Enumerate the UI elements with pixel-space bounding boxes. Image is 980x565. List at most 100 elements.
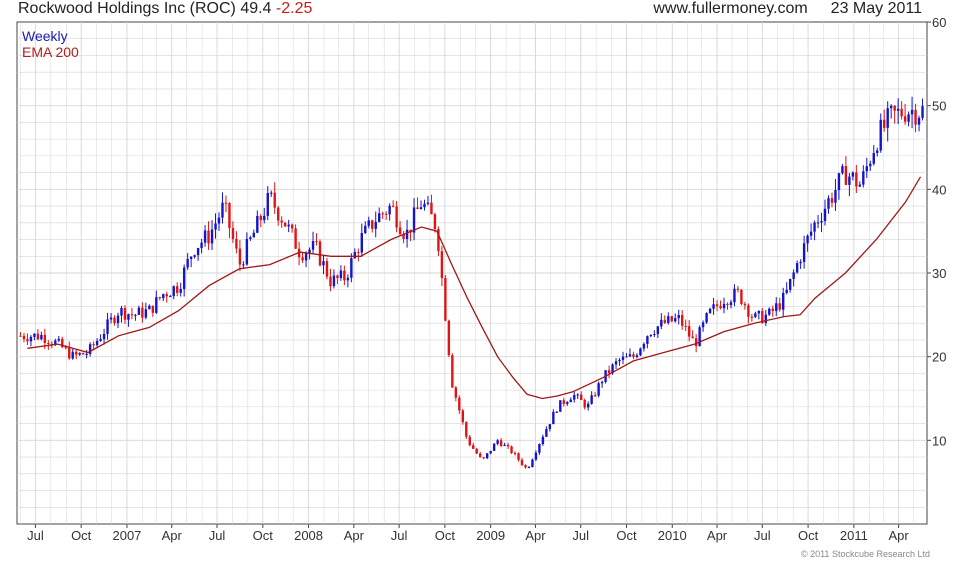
- candle-down: [844, 166, 848, 185]
- candle-down: [68, 347, 71, 359]
- candle-up: [722, 303, 726, 309]
- candle-up: [625, 356, 628, 358]
- candle-up: [162, 294, 165, 299]
- candle-down: [235, 238, 238, 249]
- candle-up: [249, 237, 252, 239]
- candle-up: [405, 229, 409, 239]
- candle-up: [889, 105, 893, 109]
- candle-up: [705, 313, 708, 323]
- x-tick-label: Oct: [253, 528, 274, 543]
- candle-up: [788, 278, 792, 290]
- candle-up: [179, 288, 182, 293]
- candle-down: [458, 397, 461, 411]
- candle-down: [141, 307, 144, 318]
- candle-up: [799, 261, 802, 264]
- candle-down: [280, 220, 283, 223]
- candle-up: [256, 215, 259, 233]
- candle-down: [830, 198, 834, 203]
- candle-down: [736, 288, 740, 290]
- candle-up: [820, 221, 823, 223]
- candle-up: [503, 444, 506, 446]
- candle-down: [130, 314, 134, 316]
- candle-up: [858, 184, 862, 187]
- x-tick-label: 2009: [476, 528, 505, 543]
- candle-up: [374, 221, 377, 229]
- candle-up: [99, 339, 102, 341]
- candle-down: [468, 436, 471, 446]
- candle-down: [26, 339, 29, 342]
- copyright-credit: © 2011 Stockcube Research Ltd: [800, 549, 930, 559]
- candle-up: [559, 400, 562, 412]
- candle-down: [381, 213, 384, 215]
- candle-up: [148, 305, 151, 310]
- candle-up: [189, 256, 193, 259]
- candle-down: [726, 303, 729, 306]
- candle-up: [677, 315, 680, 319]
- candle-up: [29, 336, 33, 342]
- candle-up: [834, 190, 837, 203]
- candle-up: [917, 117, 921, 125]
- candle-up: [621, 356, 625, 360]
- candle-down: [479, 453, 482, 458]
- candle-up: [353, 252, 357, 259]
- candle-down: [914, 109, 917, 125]
- y-tick-label: 20: [932, 350, 946, 365]
- y-tick-label: 10: [932, 433, 946, 448]
- candle-up: [169, 296, 172, 298]
- candle-down: [301, 257, 304, 261]
- candle-down: [719, 306, 722, 309]
- candle-down: [123, 307, 127, 320]
- candle-down: [454, 387, 458, 398]
- stock-chart: 102030405060 Jul Oct 2007 Apr Jul Oct 2008 Apr J…: [16, 15, 946, 543]
- candle-up: [538, 444, 541, 453]
- candle-up: [869, 163, 872, 167]
- candle-up: [566, 402, 569, 404]
- candle-up: [33, 333, 36, 337]
- candle-up: [862, 171, 865, 185]
- y-tick-label: 60: [932, 15, 946, 30]
- candle-down: [475, 448, 478, 454]
- candle-down: [224, 202, 228, 204]
- candle-up: [649, 334, 653, 337]
- candle-down: [903, 116, 907, 122]
- candle-up: [667, 316, 670, 323]
- candle-down: [277, 207, 280, 221]
- candle-up: [182, 267, 186, 289]
- candle-down: [391, 205, 395, 207]
- candle-down: [430, 202, 433, 215]
- candle-down: [663, 319, 666, 323]
- candle-up: [485, 453, 489, 459]
- candle-up: [541, 436, 545, 445]
- candle-up: [193, 255, 196, 257]
- candle-up: [367, 220, 370, 226]
- candle-up: [102, 333, 106, 340]
- chart-area: 10 20 30 40 50 60 Jul Oct 2007 Apr Jul Oct 2008 Apr J…: [0, 0, 980, 560]
- candle-up: [600, 382, 604, 384]
- chart-header-meta: www.fullermoney.com 23 May 2011: [653, 0, 922, 18]
- candle-up: [886, 108, 889, 128]
- candle-down: [513, 453, 517, 455]
- candle-down: [482, 457, 485, 459]
- x-tick-label: 2008: [294, 528, 323, 543]
- candle-down: [747, 305, 750, 317]
- candle-up: [792, 272, 795, 279]
- candle-down: [92, 344, 95, 346]
- chart-date: 23 May 2011: [830, 0, 922, 17]
- candle-down: [499, 440, 503, 446]
- candle-down: [562, 400, 565, 404]
- candle-up: [764, 314, 767, 324]
- candle-up: [492, 443, 496, 451]
- candle-down: [36, 333, 40, 340]
- source-website: www.fullermoney.com: [653, 0, 808, 17]
- candle-down: [329, 276, 332, 287]
- candle-down: [238, 248, 242, 265]
- candle-up: [426, 202, 430, 204]
- candle-up: [95, 340, 99, 346]
- candle-up: [802, 243, 806, 262]
- candle-up: [552, 411, 555, 425]
- candle-up: [586, 403, 590, 408]
- candle-down: [715, 304, 719, 307]
- candle-up: [263, 215, 266, 221]
- candle-down: [883, 119, 886, 128]
- candle-up: [287, 224, 290, 227]
